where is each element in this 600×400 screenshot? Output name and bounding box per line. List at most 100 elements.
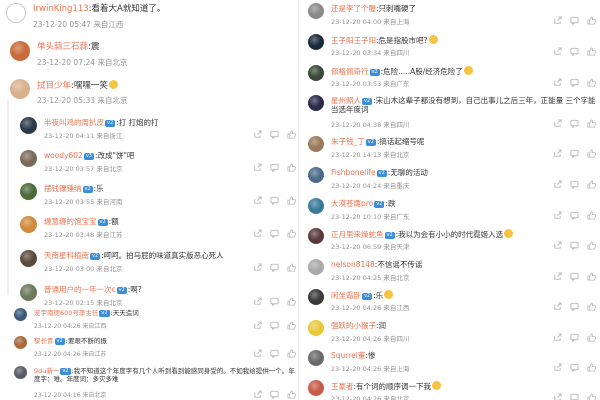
comment-icon[interactable] — [270, 196, 279, 205]
like-icon[interactable] — [287, 196, 296, 205]
share-icon[interactable] — [553, 180, 562, 189]
like-icon[interactable] — [587, 272, 596, 281]
commenter-name[interactable]: 9du新一 — [34, 367, 59, 375]
comment-icon[interactable] — [270, 390, 279, 399]
commenter-name[interactable]: 拭目少年 — [37, 81, 71, 91]
avatar[interactable] — [20, 250, 37, 267]
comment-icon[interactable] — [570, 47, 579, 56]
comment-icon[interactable] — [570, 302, 579, 311]
like-icon[interactable] — [287, 390, 296, 399]
share-icon[interactable] — [553, 241, 562, 250]
avatar[interactable] — [308, 65, 324, 81]
commenter-name[interactable]: 半夜叫鸡的周扒皮 — [44, 118, 104, 127]
commenter-name[interactable]: 王豪者 — [331, 382, 354, 391]
avatar[interactable] — [308, 136, 324, 152]
share-icon[interactable] — [553, 47, 562, 56]
like-icon[interactable] — [287, 163, 296, 172]
share-icon[interactable] — [553, 333, 562, 342]
commenter-name[interactable]: 摆钱镶锤纳 — [44, 184, 82, 193]
commenter-name[interactable]: Squrrel董 — [331, 351, 365, 360]
avatar[interactable] — [308, 228, 324, 244]
comment-icon[interactable] — [270, 263, 279, 272]
share-icon[interactable] — [553, 16, 562, 25]
comment-icon[interactable] — [570, 180, 579, 189]
avatar[interactable] — [6, 3, 26, 23]
avatar[interactable] — [20, 284, 37, 301]
like-icon[interactable] — [287, 297, 296, 306]
avatar[interactable] — [14, 336, 27, 349]
like-icon[interactable] — [287, 130, 296, 139]
share-icon[interactable] — [553, 119, 562, 128]
avatar[interactable] — [20, 216, 37, 233]
comment-icon[interactable] — [270, 321, 279, 330]
avatar[interactable] — [308, 34, 324, 50]
avatar[interactable] — [20, 150, 37, 167]
comment-icon[interactable] — [570, 149, 579, 158]
share-icon[interactable] — [253, 130, 262, 139]
commenter-name[interactable]: 黎长青 — [34, 337, 54, 345]
avatar[interactable] — [14, 366, 27, 379]
avatar[interactable] — [308, 3, 324, 19]
comment-icon[interactable] — [570, 272, 579, 281]
commenter-name[interactable]: 王子阳王子阳 — [331, 36, 376, 45]
like-icon[interactable] — [287, 263, 296, 272]
commenter-name[interactable]: 强跃的小猴子 — [331, 321, 376, 330]
like-icon[interactable] — [287, 349, 296, 358]
avatar[interactable] — [308, 380, 324, 396]
commenter-name[interactable]: 佩格佩奇行 — [331, 67, 369, 76]
like-icon[interactable] — [587, 363, 596, 372]
comment-icon[interactable] — [270, 130, 279, 139]
share-icon[interactable] — [553, 211, 562, 220]
like-icon[interactable] — [587, 241, 596, 250]
share-icon[interactable] — [553, 149, 562, 158]
comment-icon[interactable] — [270, 297, 279, 306]
commenter-name[interactable]: 普通用户的一年一次c — [44, 285, 116, 294]
share-icon[interactable] — [253, 196, 262, 205]
commenter-name[interactable]: 正月里来燥蛇鱼 — [331, 230, 384, 239]
like-icon[interactable] — [587, 180, 596, 189]
comment-icon[interactable] — [270, 163, 279, 172]
avatar[interactable] — [10, 41, 30, 61]
comment-icon[interactable] — [570, 241, 579, 250]
comment-icon[interactable] — [570, 78, 579, 87]
share-icon[interactable] — [253, 263, 262, 272]
comment-icon[interactable] — [570, 119, 579, 128]
avatar[interactable] — [308, 95, 324, 111]
like-icon[interactable] — [587, 119, 596, 128]
share-icon[interactable] — [253, 297, 262, 306]
commenter-name[interactable]: woody602 — [44, 151, 83, 160]
share-icon[interactable] — [553, 272, 562, 281]
commenter-name[interactable]: 闲坐霜卧 — [331, 291, 361, 300]
avatar[interactable] — [308, 167, 324, 183]
like-icon[interactable] — [587, 211, 596, 220]
avatar[interactable] — [10, 79, 30, 99]
commenter-name[interactable]: Fishbonelife — [331, 168, 376, 177]
commenter-name[interactable]: 天南星科植南 — [44, 251, 89, 260]
avatar[interactable] — [308, 198, 324, 214]
commenter-name[interactable]: 星州照人 — [331, 96, 361, 105]
share-icon[interactable] — [253, 390, 262, 399]
comment-icon[interactable] — [570, 211, 579, 220]
like-icon[interactable] — [587, 302, 596, 311]
avatar[interactable] — [308, 350, 324, 366]
avatar[interactable] — [14, 308, 27, 321]
commenter-name[interactable]: 缠意缠的饱宝宝 — [44, 217, 97, 226]
share-icon[interactable] — [553, 302, 562, 311]
avatar[interactable] — [20, 183, 37, 200]
comment-icon[interactable] — [270, 349, 279, 358]
like-icon[interactable] — [587, 393, 596, 400]
comment-icon[interactable] — [270, 229, 279, 238]
commenter-name[interactable]: nelson8148 — [331, 260, 375, 269]
commenter-name[interactable]: 宠宇南德600号李主任 — [34, 309, 98, 317]
like-icon[interactable] — [587, 149, 596, 158]
share-icon[interactable] — [253, 163, 262, 172]
share-icon[interactable] — [553, 363, 562, 372]
share-icon[interactable] — [553, 78, 562, 87]
comment-icon[interactable] — [570, 16, 579, 25]
like-icon[interactable] — [287, 321, 296, 330]
comment-icon[interactable] — [570, 363, 579, 372]
like-icon[interactable] — [287, 229, 296, 238]
commenter-name[interactable]: 还是李了个喔 — [331, 4, 376, 13]
share-icon[interactable] — [253, 321, 262, 330]
commenter-name[interactable]: 大漠苍鹰pro — [331, 199, 373, 208]
